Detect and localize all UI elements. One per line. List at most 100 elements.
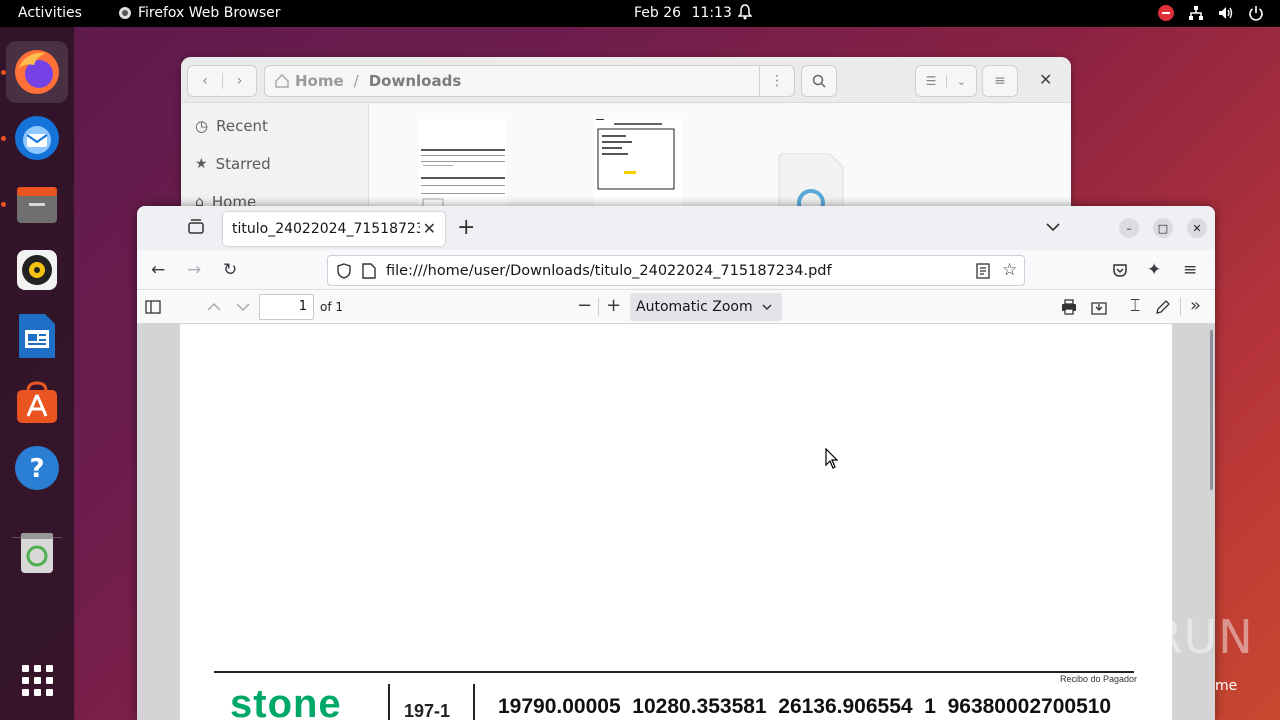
system-tray[interactable] (1158, 5, 1264, 21)
reload-icon[interactable]: ↻ (223, 260, 237, 280)
new-tab-icon[interactable]: + (457, 215, 475, 240)
back-chevron-icon[interactable]: ‹ (188, 73, 222, 89)
forward-arrow-icon[interactable]: → (187, 260, 201, 280)
shield-icon[interactable] (336, 262, 352, 279)
search-icon (812, 74, 826, 88)
tab-bar: titulo_24022024_715187234.pdf ✕ + – □ ✕ (137, 206, 1215, 250)
header-separator (388, 684, 390, 720)
back-forward-group[interactable]: ‹ › (187, 65, 257, 97)
sidebar-toggle-icon[interactable] (145, 300, 161, 314)
print-icon[interactable] (1061, 299, 1077, 315)
reader-view-icon[interactable] (976, 263, 990, 279)
show-applications-button[interactable] (6, 649, 68, 711)
path-home[interactable]: Home (275, 72, 344, 90)
file-thumbnail-pdf[interactable] (419, 119, 507, 217)
svg-text:?: ? (29, 454, 44, 484)
previous-page-icon[interactable] (207, 302, 221, 312)
help-icon: ? (15, 446, 59, 490)
page-icon[interactable] (362, 262, 376, 279)
minimize-button[interactable]: – (1119, 218, 1139, 238)
top-bar: Activities Firefox Web Browser Feb 26 11… (0, 0, 1280, 27)
save-download-icon[interactable] (1091, 299, 1107, 315)
dock-help[interactable]: ? (6, 437, 68, 499)
zoom-select-value: Automatic Zoom (636, 299, 753, 315)
date-label: Feb 26 (634, 5, 682, 21)
writer-icon (19, 314, 55, 358)
path-bar[interactable]: Home / Downloads (264, 65, 794, 97)
draw-pen-icon[interactable] (1155, 299, 1171, 315)
tools-overflow-icon[interactable]: » (1190, 295, 1201, 316)
receipt-divider (214, 671, 1134, 673)
close-window-button[interactable]: ✕ (1187, 218, 1207, 238)
close-icon[interactable]: ✕ (1039, 70, 1052, 89)
trash-icon (21, 533, 53, 573)
pdf-page: Recibo do Pagador stone 197-1 19790.0000… (180, 324, 1172, 720)
app-grid-icon (21, 664, 53, 696)
page-number-input[interactable]: 1 (259, 294, 314, 320)
pocket-icon[interactable] (1112, 262, 1128, 278)
tab-pdf[interactable]: titulo_24022024_715187234.pdf ✕ (223, 212, 445, 246)
app-menu[interactable]: Firefox Web Browser (118, 5, 281, 21)
activities-button[interactable]: Activities (18, 5, 82, 21)
zoom-in-icon[interactable]: + (606, 295, 621, 316)
zoom-select[interactable]: Automatic Zoom (630, 293, 782, 321)
dock-files[interactable] (6, 173, 68, 235)
tab-title: titulo_24022024_715187234.pdf (232, 221, 420, 237)
bank-code: 197-1 (404, 701, 451, 720)
digitable-line: 19790.00005 10280.353581 26136.906554 1 … (498, 695, 1112, 718)
dock-thunderbird[interactable] (6, 107, 68, 169)
dock-rhythmbox[interactable] (6, 239, 68, 301)
firefox-view-icon[interactable] (187, 219, 205, 239)
vertical-scrollbar[interactable] (1210, 330, 1213, 490)
chevron-down-icon (762, 304, 772, 311)
url-bar[interactable]: file:///home/user/Downloads/titulo_24022… (327, 255, 1025, 286)
zoom-out-icon[interactable]: − (577, 295, 592, 316)
bookmark-star-icon[interactable]: ☆ (1002, 260, 1017, 280)
files-icon (17, 187, 57, 223)
clock[interactable]: Feb 26 11:13 (634, 5, 732, 21)
search-button[interactable] (801, 65, 837, 97)
list-view-icon[interactable]: ☰ (916, 74, 946, 88)
dock-writer[interactable] (6, 305, 68, 367)
time-label: 11:13 (691, 5, 732, 21)
running-indicator (1, 136, 6, 141)
dock-trash[interactable] (6, 521, 68, 583)
dock: ? (0, 27, 74, 720)
notification-bell-icon[interactable] (737, 4, 753, 24)
running-indicator (1, 70, 6, 75)
list-all-tabs-chevron-icon[interactable] (1046, 217, 1060, 236)
app-menu-icon[interactable]: ≡ (1183, 260, 1197, 280)
view-toggle-group[interactable]: ☰ ⌄ (915, 65, 977, 97)
dock-firefox[interactable] (6, 41, 68, 103)
tab-close-icon[interactable]: ✕ (423, 219, 436, 238)
dock-app-center[interactable] (6, 371, 68, 433)
path-current[interactable]: Downloads (369, 72, 462, 90)
pdf-toolbar: 1 of 1 − + Automatic Zoom ⌶ » (137, 290, 1215, 324)
files-headerbar: ‹ › Home / Downloads ⋮ ☰ ⌄ ≡ ✕ (181, 57, 1071, 103)
header-separator (473, 684, 475, 720)
running-indicator (1, 202, 6, 207)
app-name: Firefox Web Browser (138, 5, 281, 21)
files-sidebar: ◷ Recent ★ Starred ⌂ Home (181, 103, 369, 217)
path-separator: / (353, 72, 359, 90)
sidebar-item-starred[interactable]: ★ Starred (195, 155, 271, 173)
url-text[interactable]: file:///home/user/Downloads/titulo_24022… (386, 263, 832, 279)
next-page-icon[interactable] (236, 302, 250, 312)
sidebar-item-recent[interactable]: ◷ Recent (195, 117, 268, 135)
file-thumbnail-document[interactable] (594, 119, 682, 217)
back-arrow-icon[interactable]: ← (151, 260, 165, 280)
toolbar-separator (598, 298, 599, 316)
text-tool-icon[interactable]: ⌶ (1130, 296, 1140, 316)
path-menu-button[interactable]: ⋮ (759, 65, 795, 97)
main-menu-button[interactable]: ≡ (982, 65, 1018, 97)
navigation-bar: ← → ↻ file:///home/user/Downloads/titulo… (137, 250, 1215, 290)
extensions-icon[interactable]: ✦ (1147, 260, 1161, 280)
thunderbird-icon (15, 116, 59, 160)
files-window[interactable]: ‹ › Home / Downloads ⋮ ☰ ⌄ ≡ ✕ ◷ Recent … (181, 57, 1071, 217)
maximize-button[interactable]: □ (1153, 218, 1173, 238)
chevron-down-icon[interactable]: ⌄ (945, 74, 976, 88)
clock-icon: ◷ (195, 117, 209, 135)
mouse-cursor-icon (825, 448, 839, 469)
forward-chevron-icon[interactable]: › (221, 73, 256, 89)
desktop-trash-label[interactable]: me (1215, 678, 1237, 694)
